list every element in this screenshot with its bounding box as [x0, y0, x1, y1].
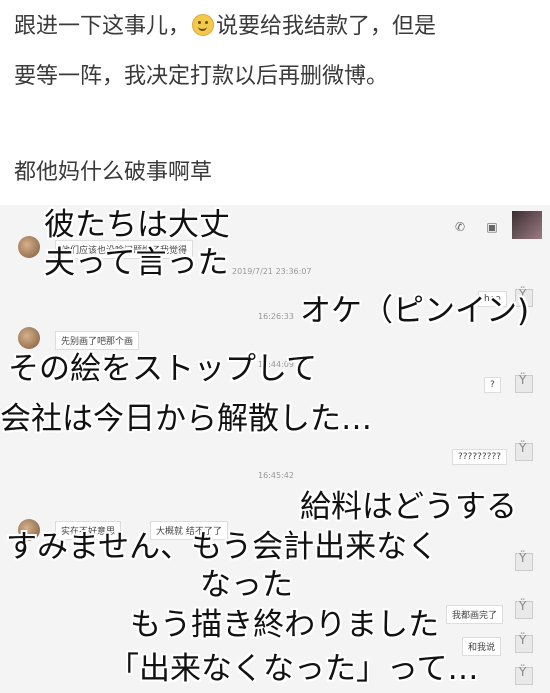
avatar-right [515, 633, 533, 653]
avatar-left [18, 327, 40, 349]
message-right: 我都画完了 [446, 605, 504, 624]
overlay-subtitle: 給料はどうする [300, 489, 517, 525]
video-icon[interactable]: ▣ [484, 219, 500, 235]
timestamp: 16:26:33 [258, 312, 294, 321]
message-left: 先别画了吧那个画 [55, 331, 140, 350]
avatar-right [515, 665, 533, 685]
avatar-left [18, 236, 40, 258]
overlay-subtitle: すみません、もう会計出来なく [6, 529, 439, 565]
message-right: ????????? [452, 449, 507, 465]
overlay-subtitle: なった [200, 567, 293, 603]
post-line-3: 都他妈什么破事啊草 [14, 160, 213, 185]
overlay-subtitle: 「出来なくなった」って… [108, 651, 479, 687]
overlay-subtitle: 夫って言った [44, 245, 229, 281]
timestamp: 16:45:42 [258, 471, 294, 480]
overlay-subtitle: その絵をストップして [8, 351, 318, 387]
post-line-1b: 说要给我结款了，但是 [216, 14, 437, 39]
avatar-right [515, 551, 533, 571]
post-line-1a: 跟进一下这事儿， [14, 14, 191, 39]
contact-avatar [512, 211, 542, 239]
phone-icon[interactable]: ✆ [452, 219, 468, 235]
avatar-right [515, 599, 533, 619]
overlay-subtitle: オケ（ピンイン) [300, 293, 530, 329]
smile-emoji-icon [192, 14, 215, 36]
overlay-subtitle: 会社は今日から解散した… [0, 401, 372, 437]
timestamp: 2019/7/21 23:36:07 [232, 267, 312, 276]
overlay-subtitle: 彼たちは大丈 [44, 207, 230, 243]
avatar-right [515, 373, 533, 393]
avatar-right [515, 441, 533, 461]
post-line-2: 要等一阵，我决定打款以后再删微博。 [14, 64, 389, 89]
message-right: ? [484, 377, 501, 393]
post-line-1: 跟进一下这事儿， 说要给我结款了，但是 [14, 12, 436, 42]
overlay-subtitle: もう描き終わりました [130, 607, 440, 643]
